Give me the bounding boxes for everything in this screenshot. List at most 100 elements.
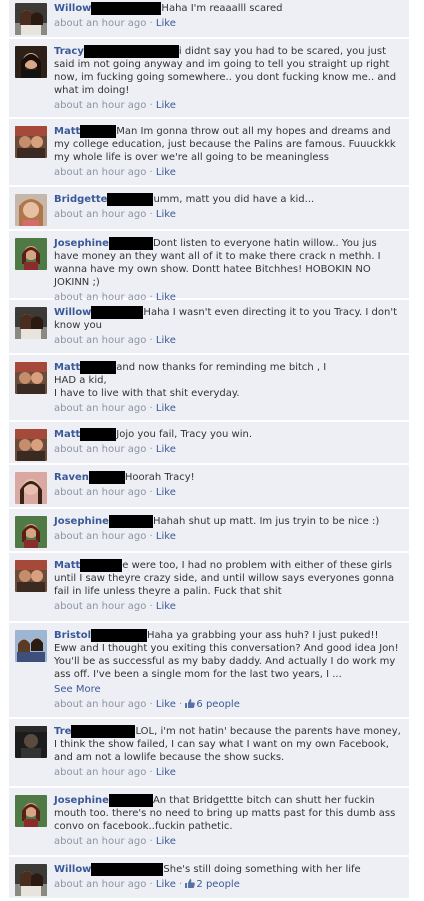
comment-timestamp[interactable]: about an hour ago bbox=[54, 767, 146, 778]
meta-separator: · bbox=[179, 699, 183, 710]
comment-timestamp[interactable]: about an hour ago bbox=[54, 836, 146, 847]
comment-author-link[interactable]: Willow bbox=[54, 307, 91, 318]
avatar[interactable] bbox=[15, 307, 47, 339]
redaction-bar bbox=[80, 428, 117, 441]
comment-item: Bridgette umm, matt you did have a kid...… bbox=[9, 187, 409, 230]
avatar[interactable] bbox=[15, 46, 47, 78]
comment-item: Matt Man Im gonna throw out all my hopes … bbox=[9, 119, 409, 186]
comment-author-link[interactable]: Raven bbox=[54, 472, 89, 483]
like-link[interactable]: Like bbox=[156, 487, 176, 498]
avatar[interactable] bbox=[15, 429, 47, 461]
meta-separator: · bbox=[149, 167, 153, 178]
like-link[interactable]: Like bbox=[156, 699, 176, 710]
comment-item: Matt and now thanks for reminding me bitc… bbox=[9, 355, 409, 421]
comment-item: Josephine An that Bridgettte bitch can sh… bbox=[9, 788, 409, 856]
avatar[interactable] bbox=[15, 194, 47, 226]
comment-author-link[interactable]: Matt bbox=[54, 126, 80, 137]
see-more-link[interactable]: See More bbox=[54, 683, 401, 696]
like-link[interactable]: Like bbox=[156, 836, 176, 847]
comment-meta: about an hour ago · Like bbox=[54, 766, 401, 779]
meta-separator: · bbox=[149, 18, 153, 29]
likes-count: 2 people bbox=[196, 879, 240, 890]
avatar[interactable] bbox=[15, 864, 47, 896]
comment-timestamp[interactable]: about an hour ago bbox=[54, 18, 146, 29]
avatar[interactable] bbox=[15, 795, 47, 827]
avatar[interactable] bbox=[15, 362, 47, 394]
comment-meta: about an hour ago · Like bbox=[54, 530, 401, 543]
comment-author-link[interactable]: Bridgette bbox=[54, 194, 107, 205]
comment-item: Willow Haha I wasn't even directing it to… bbox=[9, 300, 409, 354]
redaction-bar bbox=[91, 629, 148, 642]
meta-separator: · bbox=[149, 699, 153, 710]
comment-timestamp[interactable]: about an hour ago bbox=[54, 403, 146, 414]
comment-author-link[interactable]: Matt bbox=[54, 429, 80, 440]
like-link[interactable]: Like bbox=[156, 209, 176, 220]
like-link[interactable]: Like bbox=[156, 167, 176, 178]
meta-separator: · bbox=[149, 767, 153, 778]
comment-item: Raven Hoorah Tracy! about an hour ago · Li… bbox=[9, 465, 409, 508]
comment-author-link[interactable]: Matt bbox=[54, 362, 80, 373]
like-link[interactable]: Like bbox=[156, 335, 176, 346]
comment-meta: about an hour ago · Like bbox=[54, 402, 401, 415]
like-link[interactable]: Like bbox=[156, 100, 176, 111]
likes-count-link[interactable]: 2 people bbox=[185, 879, 240, 890]
comment-timestamp[interactable]: about an hour ago bbox=[54, 444, 146, 455]
comment-meta: about an hour ago · Like · 2 people bbox=[54, 878, 401, 891]
comment-author-link[interactable]: Matt bbox=[54, 560, 80, 571]
like-link[interactable]: Like bbox=[156, 879, 176, 890]
comment-timestamp[interactable]: about an hour ago bbox=[54, 601, 146, 612]
comment-timestamp[interactable]: about an hour ago bbox=[54, 531, 146, 542]
comment-meta: about an hour ago · Like bbox=[54, 443, 401, 456]
like-link[interactable]: Like bbox=[156, 444, 176, 455]
meta-separator: · bbox=[179, 879, 183, 890]
comment-timestamp[interactable]: about an hour ago bbox=[54, 167, 146, 178]
comment-item: Josephine Hahah shut up matt. Im jus tryi… bbox=[9, 509, 409, 552]
redaction-bar bbox=[107, 193, 154, 206]
comment-meta: about an hour ago · Like bbox=[54, 99, 401, 112]
comment-item: Matt Jojo you fail, Tracy you win. about a… bbox=[9, 422, 409, 464]
meta-separator: · bbox=[149, 444, 153, 455]
comment-body: Hahah shut up matt. Im jus tryin to be n… bbox=[152, 516, 380, 527]
avatar[interactable] bbox=[15, 472, 47, 504]
comment-body: Jojo you fail, Tracy you win. bbox=[116, 429, 253, 440]
likes-count-link[interactable]: 6 people bbox=[185, 699, 240, 710]
like-link[interactable]: Like bbox=[156, 18, 176, 29]
comment-author-link[interactable]: Bristol bbox=[54, 630, 91, 641]
avatar[interactable] bbox=[15, 726, 47, 758]
avatar[interactable] bbox=[15, 630, 47, 662]
likes-count: 6 people bbox=[196, 699, 240, 710]
like-link[interactable]: Like bbox=[156, 531, 176, 542]
thumbs-up-icon bbox=[185, 699, 196, 708]
meta-separator: · bbox=[149, 879, 153, 890]
comment-author-link[interactable]: Willow bbox=[54, 864, 91, 875]
comment-meta: about an hour ago · Like bbox=[54, 600, 401, 613]
like-link[interactable]: Like bbox=[156, 601, 176, 612]
comment-item: Josephine Dont listen to everyone hatin w… bbox=[9, 231, 409, 303]
comment-timestamp[interactable]: about an hour ago bbox=[54, 699, 146, 710]
comment-timestamp[interactable]: about an hour ago bbox=[54, 100, 146, 111]
redaction-bar bbox=[80, 361, 117, 374]
like-link[interactable]: Like bbox=[156, 403, 176, 414]
avatar[interactable] bbox=[15, 560, 47, 592]
comment-author-link[interactable]: Josephine bbox=[54, 795, 109, 806]
avatar[interactable] bbox=[15, 3, 47, 35]
comment-author-link[interactable]: Willow bbox=[54, 3, 91, 14]
comment-timestamp[interactable]: about an hour ago bbox=[54, 879, 146, 890]
avatar[interactable] bbox=[15, 126, 47, 158]
comment-meta: about an hour ago · Like bbox=[54, 334, 401, 347]
comment-meta: about an hour ago · Like · 6 people bbox=[54, 698, 401, 711]
like-link[interactable]: Like bbox=[156, 767, 176, 778]
comment-author-link[interactable]: Josephine bbox=[54, 238, 109, 249]
comment-timestamp[interactable]: about an hour ago bbox=[54, 487, 146, 498]
comment-author-link[interactable]: Tracy bbox=[54, 46, 84, 57]
redaction-bar bbox=[91, 306, 144, 319]
comment-timestamp[interactable]: about an hour ago bbox=[54, 335, 146, 346]
avatar[interactable] bbox=[15, 516, 47, 548]
meta-separator: · bbox=[149, 487, 153, 498]
comment-timestamp[interactable]: about an hour ago bbox=[54, 209, 146, 220]
comment-item: Tre LOL, i'm not hatin' because the paren… bbox=[9, 719, 409, 787]
comment-author-link[interactable]: Josephine bbox=[54, 516, 109, 527]
avatar[interactable] bbox=[15, 238, 47, 270]
meta-separator: · bbox=[149, 601, 153, 612]
comment-author-link[interactable]: Tre bbox=[54, 726, 71, 737]
